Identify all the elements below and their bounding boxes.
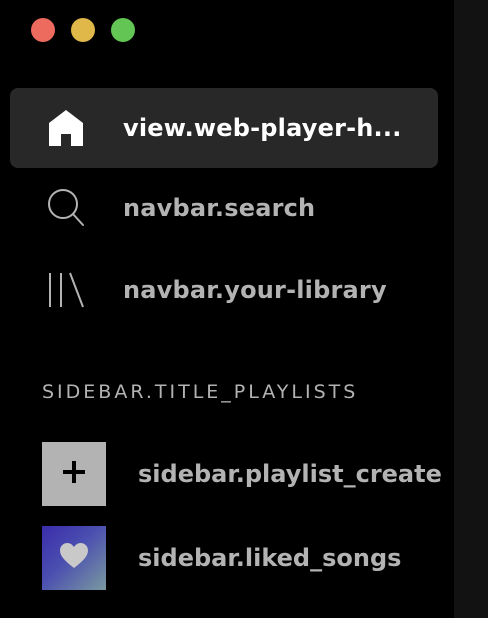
create-playlist-thumb: [42, 442, 106, 506]
nav-item-home[interactable]: view.web-player-h...: [10, 88, 438, 168]
main-content-edge: [454, 0, 488, 618]
nav-item-library-label: navbar.your-library: [123, 276, 387, 304]
liked-songs-item[interactable]: sidebar.liked_songs: [42, 526, 452, 590]
create-playlist-label: sidebar.playlist_create: [138, 460, 442, 488]
minimize-window-button[interactable]: [71, 18, 95, 42]
create-playlist-button[interactable]: sidebar.playlist_create: [42, 442, 452, 506]
sidebar: view.web-player-h... navbar.search navba…: [0, 0, 454, 618]
close-window-button[interactable]: [31, 18, 55, 42]
home-icon: [44, 106, 88, 150]
search-icon: [44, 186, 88, 230]
library-icon: [44, 268, 88, 312]
nav-item-library[interactable]: navbar.your-library: [10, 250, 438, 330]
liked-songs-label: sidebar.liked_songs: [138, 544, 402, 572]
liked-songs-thumb: [42, 526, 106, 590]
window-controls: [31, 18, 135, 42]
nav-item-search[interactable]: navbar.search: [10, 168, 438, 248]
heart-icon: [59, 542, 89, 574]
maximize-window-button[interactable]: [111, 18, 135, 42]
nav-item-search-label: navbar.search: [123, 194, 316, 222]
app-window: view.web-player-h... navbar.search navba…: [0, 0, 488, 618]
nav-item-home-label: view.web-player-h...: [123, 114, 402, 142]
plus-icon: [61, 459, 87, 489]
playlists-section-title: SIDEBAR.TITLE_PLAYLISTS: [42, 381, 359, 403]
